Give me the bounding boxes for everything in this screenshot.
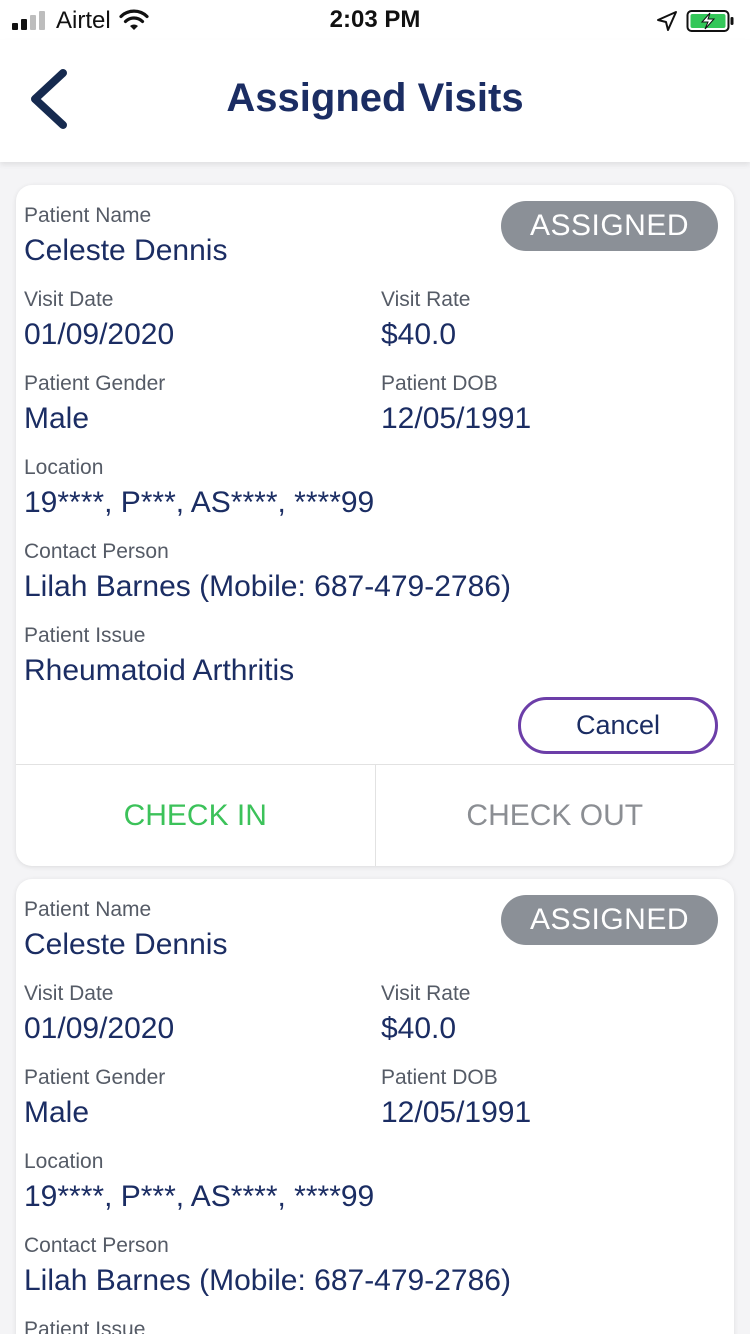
patient-gender-field: Patient Gender Male (24, 1065, 165, 1131)
patient-name-label: Patient Name (24, 898, 152, 921)
location-label: Location (24, 456, 104, 479)
check-in-button[interactable]: CHECK IN (16, 765, 376, 866)
status-badge: ASSIGNED (501, 895, 718, 945)
visit-card: Patient Name Celeste Dennis ASSIGNED Vis… (16, 185, 734, 866)
patient-dob-value: 12/05/1991 (381, 1096, 532, 1129)
status-badge: ASSIGNED (501, 201, 718, 251)
patient-gender-value: Male (24, 402, 90, 435)
patient-dob-field: Patient DOB 12/05/1991 (381, 1065, 531, 1131)
contact-person-value: Lilah Barnes (Mobile: 687-479-2786) (24, 1264, 511, 1297)
visit-date-field: Visit Date 01/09/2020 (24, 287, 174, 353)
contact-person-value: Lilah Barnes (Mobile: 687-479-2786) (24, 570, 511, 603)
navigation-header: Assigned Visits (0, 40, 750, 162)
location-label: Location (24, 1150, 104, 1173)
visit-date-value: 01/09/2020 (24, 318, 175, 351)
patient-name-value: Celeste Dennis (24, 928, 228, 961)
location-field: Location 19****, P***, AS****, ****99 (24, 1149, 374, 1215)
patient-gender-value: Male (24, 1096, 90, 1129)
visit-date-label: Visit Date (24, 288, 114, 311)
visit-rate-value: $40.0 (381, 1012, 457, 1045)
contact-person-field: Contact Person Lilah Barnes (Mobile: 687… (24, 539, 511, 605)
visit-rate-field: Visit Rate $40.0 (381, 287, 471, 353)
location-arrow-icon (657, 11, 677, 31)
patient-dob-value: 12/05/1991 (381, 402, 532, 435)
location-value: 19****, P***, AS****, ****99 (24, 1180, 375, 1213)
patient-name-field: Patient Name Celeste Dennis (24, 203, 227, 269)
patient-issue-label: Patient Issue (24, 624, 146, 647)
status-bar: Airtel 2:03 PM (0, 0, 750, 40)
patient-issue-label: Patient Issue (24, 1318, 146, 1334)
visit-actions: CHECK IN CHECK OUT (16, 764, 734, 866)
visit-date-label: Visit Date (24, 982, 114, 1005)
contact-person-field: Contact Person Lilah Barnes (Mobile: 687… (24, 1233, 511, 1299)
patient-name-value: Celeste Dennis (24, 234, 228, 267)
patient-dob-label: Patient DOB (381, 372, 498, 395)
patient-issue-value: Rheumatoid Arthritis (24, 654, 295, 687)
status-time: 2:03 PM (329, 6, 421, 33)
battery-charging-icon (686, 10, 734, 32)
patient-issue-field: Patient Issue Rheumatoid Arthritis (24, 623, 294, 689)
contact-person-label: Contact Person (24, 1234, 169, 1257)
location-field: Location 19****, P***, AS****, ****99 (24, 455, 374, 521)
visit-card: Patient Name Celeste Dennis ASSIGNED Vis… (16, 879, 734, 1334)
check-out-button[interactable]: CHECK OUT (376, 765, 735, 866)
visit-date-field: Visit Date 01/09/2020 (24, 981, 174, 1047)
visit-rate-value: $40.0 (381, 318, 457, 351)
patient-name-field: Patient Name Celeste Dennis (24, 897, 227, 963)
page-title: Assigned Visits (226, 76, 524, 120)
patient-dob-field: Patient DOB 12/05/1991 (381, 371, 531, 437)
patient-name-label: Patient Name (24, 204, 152, 227)
visit-rate-label: Visit Rate (381, 982, 471, 1005)
visit-date-value: 01/09/2020 (24, 1012, 175, 1045)
status-right (656, 8, 736, 34)
cancel-button[interactable]: Cancel (518, 697, 718, 754)
patient-issue-field: Patient Issue (24, 1317, 145, 1334)
patient-gender-label: Patient Gender (24, 372, 166, 395)
location-value: 19****, P***, AS****, ****99 (24, 486, 375, 519)
visit-rate-field: Visit Rate $40.0 (381, 981, 471, 1047)
patient-dob-label: Patient DOB (381, 1066, 498, 1089)
patient-gender-label: Patient Gender (24, 1066, 166, 1089)
patient-gender-field: Patient Gender Male (24, 371, 165, 437)
contact-person-label: Contact Person (24, 540, 169, 563)
visit-rate-label: Visit Rate (381, 288, 471, 311)
